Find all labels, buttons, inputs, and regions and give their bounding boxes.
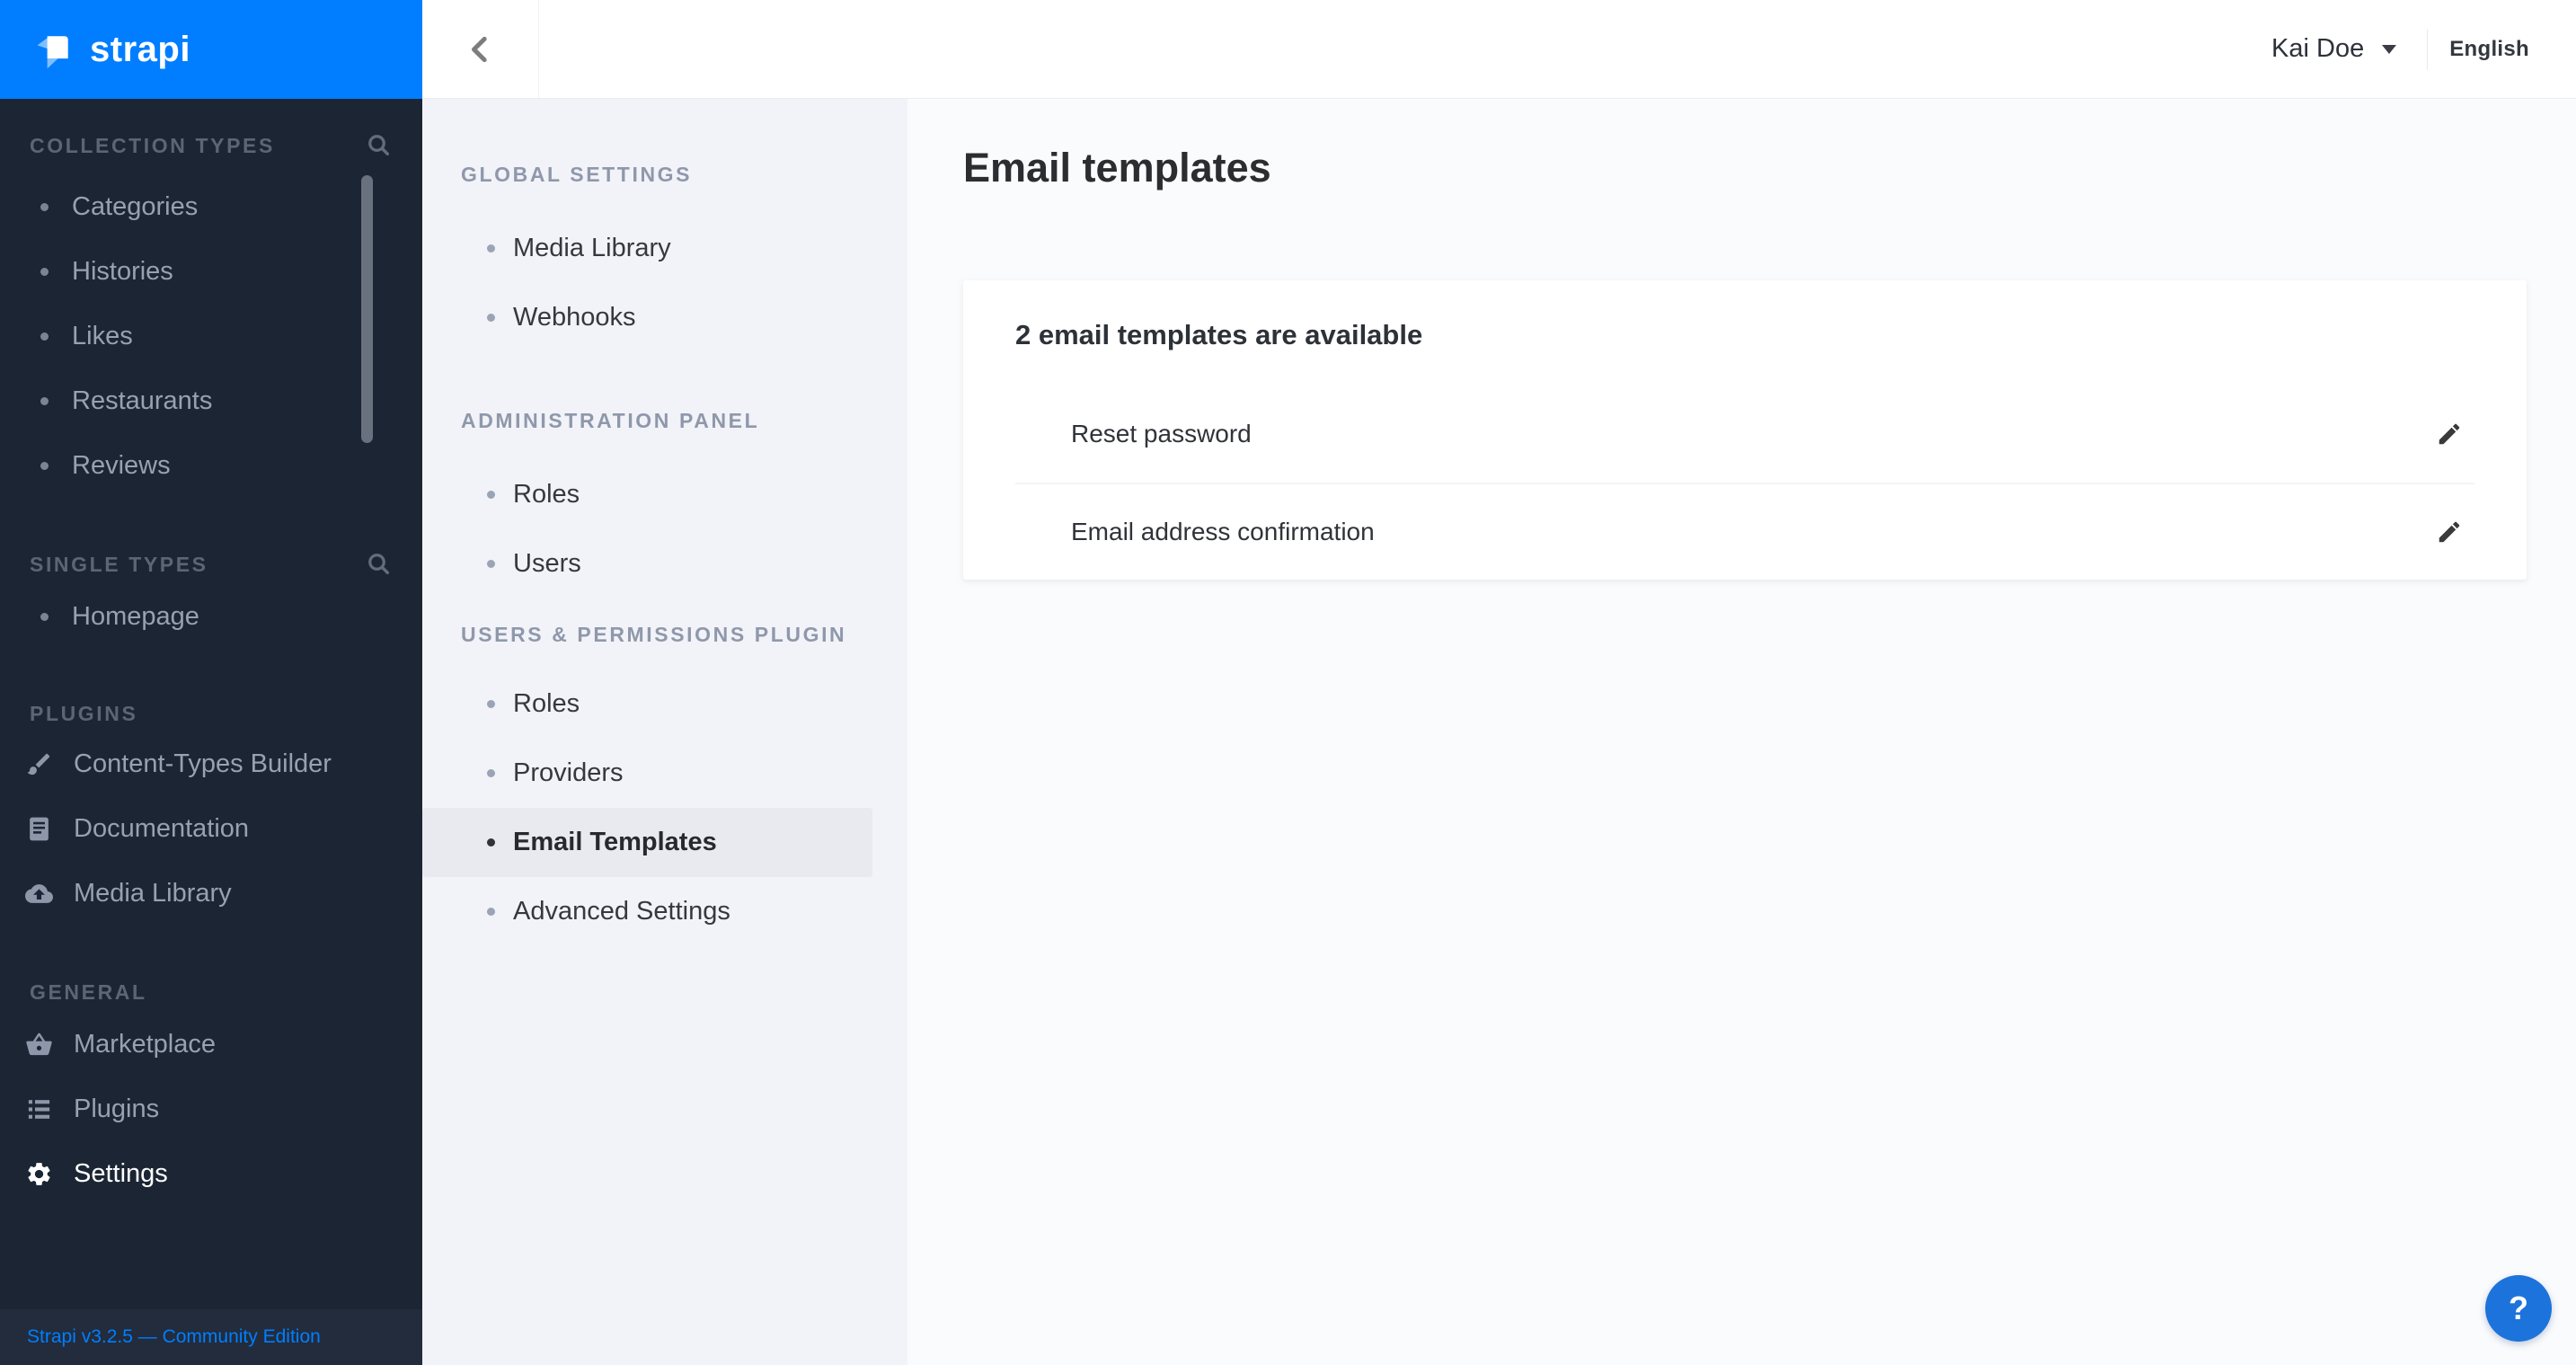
template-label: Email address confirmation: [1071, 518, 1375, 545]
back-button[interactable]: [422, 0, 539, 98]
right-pane: Kai Doe English GLOBAL SETTINGS Media Li…: [422, 0, 2576, 1365]
template-label: Reset password: [1071, 420, 1252, 448]
edit-reset-password-button[interactable]: [2431, 416, 2467, 452]
pencil-icon: [2439, 521, 2460, 543]
section-users-permissions-plugin: USERS & PERMISSIONS PLUGIN Roles Provide…: [422, 622, 907, 946]
sidebar-item-homepage[interactable]: Homepage: [0, 584, 422, 649]
bullet-icon: [40, 396, 49, 405]
gear-icon: [28, 1162, 50, 1185]
sidebar-item-content-types-builder[interactable]: Content-Types Builder: [0, 731, 422, 796]
bullet-icon: [40, 612, 49, 621]
sidebar-item-settings[interactable]: Settings: [0, 1141, 422, 1206]
settings-nav-item-providers[interactable]: Providers: [422, 739, 907, 808]
chevron-left-icon: [471, 36, 487, 62]
section-general: GENERAL Marketplace Plugins Settings: [0, 979, 422, 1206]
pencil-icon: [2439, 423, 2460, 445]
section-label: GLOBAL SETTINGS: [461, 162, 693, 186]
help-label: ?: [2509, 1290, 2528, 1326]
sidebar-item-media-library[interactable]: Media Library: [0, 861, 422, 926]
bullet-icon: [487, 560, 495, 568]
paintbrush-icon: [27, 753, 50, 775]
sidebar-scrollbar[interactable]: [361, 175, 373, 443]
section-label: ADMINISTRATION PANEL: [461, 408, 760, 432]
topbar: Kai Doe English: [422, 0, 2576, 99]
section-label: PLUGINS: [30, 701, 138, 725]
sidebar-item-documentation[interactable]: Documentation: [0, 796, 422, 861]
section-single-types: SINGLE TYPES Homepage: [0, 552, 422, 649]
basket-icon: [26, 1033, 52, 1055]
section-global-settings: GLOBAL SETTINGS Media Library Webhooks: [422, 162, 907, 352]
sidebar-item-plugins[interactable]: Plugins: [0, 1077, 422, 1141]
bullet-icon: [40, 332, 49, 341]
version-link[interactable]: Strapi v3.2.5 — Community Edition: [27, 1326, 321, 1348]
caret-down-icon: [2382, 44, 2397, 54]
bullet-icon: [487, 491, 495, 499]
book-icon: [30, 817, 49, 840]
sidebar-item-categories[interactable]: Categories: [0, 174, 422, 239]
search-icon[interactable]: [366, 132, 393, 159]
email-templates-card: 2 email templates are available Reset pa…: [963, 280, 2527, 580]
settings-nav-item-webhooks[interactable]: Webhooks: [422, 283, 907, 352]
section-label: USERS & PERMISSIONS PLUGIN: [461, 622, 847, 646]
main-sidebar: strapi COLLECTION TYPES Categories Histo…: [0, 0, 422, 1365]
section-label: COLLECTION TYPES: [30, 133, 275, 157]
template-row-reset-password[interactable]: Reset password: [1015, 386, 2474, 483]
settings-nav-item-email-templates[interactable]: Email Templates: [422, 808, 872, 877]
bullet-icon: [487, 314, 495, 322]
section-plugins: PLUGINS Content-Types Builder Documentat…: [0, 701, 422, 926]
sidebar-menu: COLLECTION TYPES Categories Histories Li…: [0, 99, 422, 1309]
bullet-icon: [487, 769, 495, 777]
cloud-upload-icon: [25, 883, 53, 903]
strapi-logo[interactable]: strapi: [0, 0, 422, 99]
user-menu[interactable]: Kai Doe: [2271, 34, 2397, 64]
settings-nav-item-admin-users[interactable]: Users: [422, 529, 907, 598]
bullet-icon: [40, 267, 49, 276]
template-row-email-confirmation[interactable]: Email address confirmation: [1015, 483, 2474, 580]
sidebar-item-reviews[interactable]: Reviews: [0, 433, 422, 498]
section-label: SINGLE TYPES: [30, 552, 208, 576]
settings-nav-item-media-library[interactable]: Media Library: [422, 214, 907, 283]
settings-body: GLOBAL SETTINGS Media Library Webhooks A…: [422, 99, 2576, 1365]
card-title: 2 email templates are available: [1015, 319, 1423, 350]
main-content: Email templates 2 email templates are av…: [907, 99, 2576, 1365]
strapi-logo-text: strapi: [90, 29, 190, 69]
bullet-icon: [487, 244, 495, 253]
settings-nav-item-admin-roles[interactable]: Roles: [422, 460, 907, 529]
language-selector[interactable]: English: [2449, 37, 2529, 62]
search-icon[interactable]: [366, 551, 393, 578]
bullet-icon: [40, 202, 49, 211]
help-button[interactable]: ?: [2485, 1275, 2552, 1342]
sidebar-item-likes[interactable]: Likes: [0, 304, 422, 368]
page-title: Email templates: [963, 145, 1271, 191]
bullet-icon: [487, 838, 495, 846]
topbar-divider: [2427, 28, 2429, 70]
settings-nav-item-advanced-settings[interactable]: Advanced Settings: [422, 877, 907, 946]
settings-nav: GLOBAL SETTINGS Media Library Webhooks A…: [422, 99, 907, 1365]
sidebar-item-histories[interactable]: Histories: [0, 239, 422, 304]
bullet-icon: [487, 700, 495, 708]
section-collection-types: COLLECTION TYPES Categories Histories Li…: [0, 133, 422, 498]
edit-email-confirmation-button[interactable]: [2431, 514, 2467, 550]
strapi-admin-app: strapi COLLECTION TYPES Categories Histo…: [0, 0, 2576, 1365]
settings-nav-item-up-roles[interactable]: Roles: [422, 669, 907, 739]
section-label: GENERAL: [30, 979, 147, 1004]
sidebar-footer: Strapi v3.2.5 — Community Edition: [0, 1309, 422, 1365]
bullet-icon: [487, 908, 495, 916]
section-administration-panel: ADMINISTRATION PANEL Roles Users: [422, 408, 907, 598]
sidebar-item-restaurants[interactable]: Restaurants: [0, 368, 422, 433]
user-name: Kai Doe: [2271, 34, 2365, 63]
sidebar-item-marketplace[interactable]: Marketplace: [0, 1012, 422, 1077]
strapi-logo-icon: [37, 36, 68, 69]
bullet-icon: [40, 461, 49, 470]
list-icon: [28, 1099, 50, 1119]
